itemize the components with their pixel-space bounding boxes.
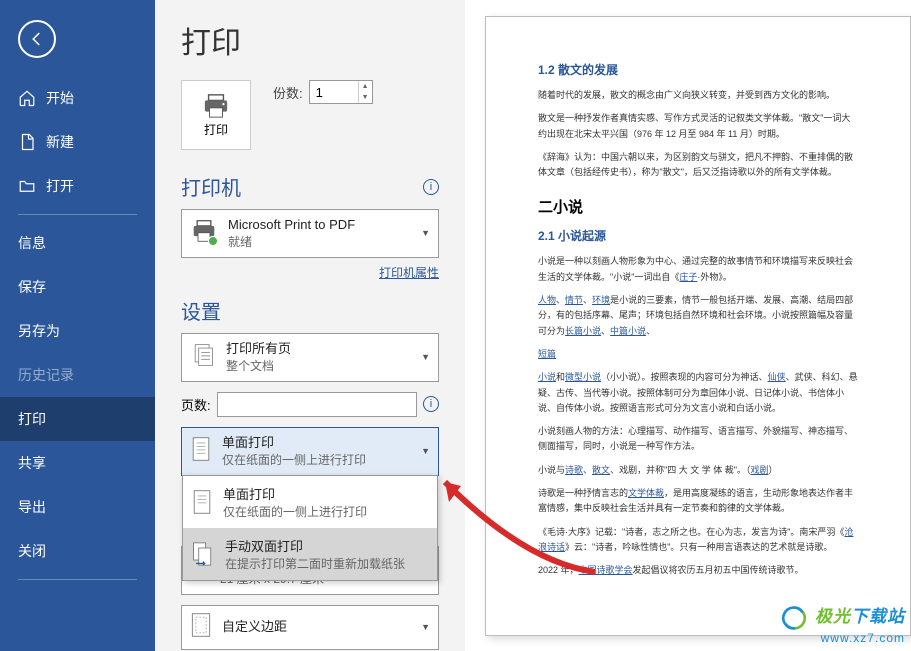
chevron-down-icon: ▼ — [415, 622, 430, 632]
info-icon[interactable]: i — [423, 179, 439, 195]
option-l2: 在提示打印第二面时重新加载纸张 — [225, 555, 405, 572]
option-l1: 手动双面打印 — [225, 536, 405, 555]
body-text: 2022 年，中国诗歌学会发起倡议将农历五月初五中国传统诗歌节。 — [538, 563, 858, 578]
sidebar-item-saveas[interactable]: 另存为 — [0, 309, 155, 353]
heading: 二小说 — [538, 196, 858, 217]
info-icon[interactable]: i — [423, 396, 439, 412]
body-text: 小说刻画人物的方法：心理描写、动作描写、语言描写、外貌描写、神态描写、侧面描写，… — [538, 424, 858, 455]
print-button-label: 打印 — [204, 121, 228, 138]
new-icon — [18, 133, 36, 151]
duplex-option-manual[interactable]: 手动双面打印 在提示打印第二面时重新加载纸张 — [183, 528, 437, 580]
duplex-option-single[interactable]: 单面打印 仅在纸面的一侧上进行打印 — [183, 476, 437, 528]
option-l2: 仅在纸面的一侧上进行打印 — [223, 503, 367, 520]
sidebar-label: 导出 — [18, 497, 46, 517]
sidebar-item-close[interactable]: 关闭 — [0, 529, 155, 573]
down-arrow[interactable]: ▼ — [359, 92, 372, 103]
pages-icon — [190, 342, 216, 373]
sidebar-item-home[interactable]: 开始 — [0, 76, 155, 120]
chevron-down-icon: ▼ — [415, 352, 430, 362]
printer-properties-link[interactable]: 打印机属性 — [379, 266, 439, 280]
page-duplex-icon — [191, 541, 215, 567]
page-single-icon — [191, 489, 213, 515]
back-button[interactable] — [18, 20, 56, 58]
sidebar-label: 关闭 — [18, 541, 46, 561]
printer-name: Microsoft Print to PDF — [228, 216, 415, 234]
sidebar-item-print[interactable]: 打印 — [0, 397, 155, 441]
sidebar-item-export[interactable]: 导出 — [0, 485, 155, 529]
option-l1: 单面打印 — [223, 484, 367, 503]
margins-label: 自定义边距 — [222, 618, 415, 636]
duplex-l1: 单面打印 — [222, 434, 415, 452]
body-text: 诗歌是一种抒情言志的文学体裁，是用高度凝练的语言，生动形象地表达作者丰富情感，集… — [538, 486, 858, 517]
logo-swirl-icon — [781, 605, 807, 631]
page-title: 打印 — [181, 18, 439, 62]
body-text: 《辞海》认为：中国六朝以来，为区别韵文与骈文，把凡不押韵、不重排偶的散体文章（包… — [538, 150, 858, 181]
body-text: 小说与诗歌、散文、戏剧，并称"四 大 文 学 体 裁"。（戏剧） — [538, 463, 858, 478]
home-icon — [18, 89, 36, 107]
printer-section-title: 打印机 — [181, 172, 241, 201]
sidebar-label: 信息 — [18, 233, 46, 253]
print-preview-page: 1.2 散文的发展 随着时代的发展，散文的概念由广义向狭义转变，并受到西方文化的… — [485, 16, 911, 636]
duplex-l2: 仅在纸面的一侧上进行打印 — [222, 452, 415, 469]
duplex-dropdown-popup: 单面打印 仅在纸面的一侧上进行打印 手动双面打印 在提示打印第二面时重新加载纸张 — [182, 475, 438, 581]
print-range-l2: 整个文档 — [226, 358, 415, 375]
sidebar-label: 保存 — [18, 277, 46, 297]
watermark-url: www.xz7.com — [781, 631, 905, 645]
sidebar-item-share[interactable]: 共享 — [0, 441, 155, 485]
printer-status-icon — [190, 219, 218, 248]
print-range-select[interactable]: 打印所有页 整个文档 ▼ — [181, 333, 439, 382]
watermark: 极光下载站 www.xz7.com — [781, 602, 905, 645]
body-text: 小说是一种以刻画人物形象为中心、通过完整的故事情节和环境描写来反映社会生活的文学… — [538, 254, 858, 285]
open-icon — [18, 177, 36, 195]
printer-icon — [201, 93, 231, 119]
duplex-select[interactable]: 单面打印 仅在纸面的一侧上进行打印 ▼ 单面打印 仅在纸面的一侧上进行打印 — [181, 427, 439, 476]
sidebar-label: 新建 — [46, 132, 74, 152]
sidebar-label: 打印 — [18, 409, 46, 429]
body-text: 人物、情节、环境是小说的三要素，情节一般包括开端、发展、高潮、结局四部分，有的包… — [538, 293, 858, 339]
print-button[interactable]: 打印 — [181, 80, 251, 150]
page-single-icon — [190, 436, 212, 467]
up-arrow[interactable]: ▲ — [359, 81, 372, 92]
sidebar-label: 开始 — [46, 88, 74, 108]
margins-icon — [190, 612, 212, 643]
copies-input[interactable]: ▲▼ — [309, 80, 373, 104]
margins-select[interactable]: 自定义边距 ▼ — [181, 605, 439, 650]
sidebar-label: 打开 — [46, 176, 74, 196]
sidebar-item-new[interactable]: 新建 — [0, 120, 155, 164]
copies-label: 份数: — [273, 83, 303, 102]
body-text: 随着时代的发展，散文的概念由广义向狭义转变，并受到西方文化的影响。 — [538, 88, 858, 103]
body-text: 散文是一种抒发作者真情实感、写作方式灵活的记叙类文学体裁。"散文"一词大约出现在… — [538, 111, 858, 142]
settings-section-title: 设置 — [181, 296, 221, 325]
sidebar-label: 历史记录 — [18, 365, 74, 385]
sidebar-item-open[interactable]: 打开 — [0, 164, 155, 208]
print-range-l1: 打印所有页 — [226, 340, 415, 358]
printer-select[interactable]: Microsoft Print to PDF 就绪 ▼ — [181, 209, 439, 258]
sidebar-item-history: 历史记录 — [0, 353, 155, 397]
sidebar-label: 共享 — [18, 453, 46, 473]
sidebar-label: 另存为 — [18, 321, 60, 341]
heading: 2.1 小说起源 — [538, 227, 858, 244]
printer-status: 就绪 — [228, 234, 415, 251]
body-text: 小说和微型小说（小小说）。按照表现的内容可分为神话、仙侠、武侠、科幻、悬疑、古传… — [538, 370, 858, 416]
pages-label: 页数: — [181, 395, 211, 414]
heading: 1.2 散文的发展 — [538, 61, 858, 78]
chevron-down-icon: ▼ — [415, 228, 430, 238]
body-text: 《毛诗·大序》记载："诗者，志之所之也。在心为志，发言为诗"。南宋严羽《沧浪诗话… — [538, 525, 858, 556]
sidebar-item-info[interactable]: 信息 — [0, 221, 155, 265]
copies-field[interactable] — [310, 81, 358, 103]
pages-input[interactable] — [217, 392, 417, 417]
chevron-down-icon: ▼ — [415, 446, 430, 456]
sidebar-item-save[interactable]: 保存 — [0, 265, 155, 309]
body-text: 短篇 — [538, 347, 858, 362]
